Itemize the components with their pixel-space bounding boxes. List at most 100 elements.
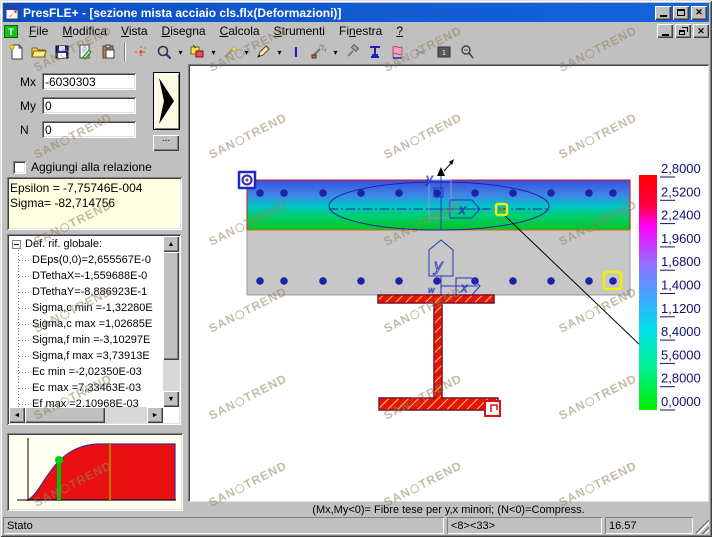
rebar-dot[interactable] [357, 189, 365, 197]
paste-button[interactable] [97, 42, 119, 63]
tree-item[interactable]: Ec min =-2,02350E-03 [9, 364, 163, 380]
save-icon [54, 44, 70, 60]
rebar-dot[interactable] [585, 277, 593, 285]
rebar-dot[interactable] [547, 277, 555, 285]
minimize-button[interactable] [655, 6, 671, 20]
rebar-dot[interactable] [280, 189, 288, 197]
wand-dropdown[interactable]: ▾ [242, 48, 251, 57]
open-button[interactable] [28, 42, 50, 63]
tree-item[interactable]: DEps(0,0)=2,655567E-0 [9, 252, 163, 268]
scroll-down-button[interactable]: ▼ [163, 391, 179, 407]
pen-button[interactable] [252, 42, 274, 63]
svg-text:I: I [294, 44, 298, 60]
panel-icon: 1 [436, 44, 452, 60]
rebar-dot[interactable] [509, 189, 517, 197]
rebar-dot[interactable] [471, 189, 479, 197]
rebar-dot[interactable] [256, 189, 264, 197]
section-view-button[interactable] [186, 42, 208, 63]
tree-root[interactable]: Def. rif. globale: [9, 236, 163, 252]
mdi-close-button[interactable]: ✕ [693, 24, 709, 38]
calculate-button[interactable] [153, 72, 180, 130]
hammer-button[interactable] [341, 42, 363, 63]
rebar-dot[interactable] [357, 277, 365, 285]
pen-dropdown[interactable]: ▾ [275, 48, 284, 57]
my-input[interactable] [42, 97, 136, 114]
mx-input[interactable] [42, 73, 136, 90]
beam-marker[interactable] [485, 401, 500, 416]
menu-modifica[interactable]: Modifica [55, 22, 114, 40]
tools-button[interactable] [308, 42, 330, 63]
tree-vertical-scrollbar[interactable]: ▲ ▼ [163, 236, 179, 407]
menu-calcola[interactable]: Calcola [213, 22, 267, 40]
section-view-dropdown[interactable]: ▾ [209, 48, 218, 57]
scroll-right-button[interactable]: ► [147, 407, 163, 423]
rebar-dot[interactable] [280, 277, 288, 285]
rebar-dot[interactable] [509, 277, 517, 285]
menu-finestra[interactable]: Finestra [332, 22, 389, 40]
rebar-dot[interactable] [585, 189, 593, 197]
tree-item[interactable]: Sigma,c min =-1,32280E [9, 300, 163, 316]
tree-item[interactable]: Sigma,c max =1,02685E [9, 316, 163, 332]
press-button[interactable] [364, 42, 386, 63]
rebar-dot[interactable] [319, 189, 327, 197]
tree-collapse-icon[interactable] [12, 240, 21, 249]
menu-help[interactable]: ? [389, 22, 410, 40]
tree-horizontal-scrollbar[interactable]: ◄ ► [9, 407, 163, 423]
menu-vista[interactable]: Vista [114, 22, 154, 40]
panel-button[interactable]: 1 [433, 42, 455, 63]
find-button[interactable] [456, 42, 478, 63]
new-button[interactable] [5, 42, 27, 63]
resize-grip[interactable] [696, 517, 709, 534]
tree-item[interactable]: DTethaY=-8,886923E-1 [9, 284, 163, 300]
tree-item[interactable]: Ef max =2,10968E-03 [9, 396, 163, 407]
tree-item[interactable]: DTethaX=-1,559688E-0 [9, 268, 163, 284]
tree-item[interactable]: Sigma,f min =-3,10297E [9, 332, 163, 348]
mdi-document-icon[interactable]: T [4, 25, 18, 38]
steel-beam[interactable] [378, 295, 498, 410]
axes-point-button[interactable] [130, 42, 152, 63]
current-strain-point[interactable] [55, 456, 63, 464]
rebar-dot[interactable] [395, 277, 403, 285]
mdi-restore-icon [679, 30, 685, 35]
more-options-button[interactable]: ... [153, 135, 179, 151]
steel-section-button[interactable]: I [285, 42, 307, 63]
mdi-restore-button[interactable] [675, 24, 691, 38]
zoom-dropdown[interactable]: ▾ [176, 48, 185, 57]
close-button[interactable]: ✕ [691, 6, 707, 20]
drawing-canvas[interactable]: y x y w x [188, 64, 709, 502]
status-left: Stato [3, 517, 444, 534]
scale-label: 1,6800 [661, 254, 701, 269]
menu-file[interactable]: File [22, 22, 55, 40]
rebar-dot[interactable] [547, 189, 555, 197]
wand-button[interactable] [219, 42, 241, 63]
scroll-up-button[interactable]: ▲ [163, 236, 179, 252]
n-input[interactable] [42, 121, 136, 138]
rebar-dot[interactable] [395, 189, 403, 197]
rebar-dot[interactable] [319, 277, 327, 285]
mdi-minimize-button[interactable] [657, 24, 673, 38]
zoom-button[interactable] [153, 42, 175, 63]
app-icon[interactable] [5, 6, 19, 20]
menu-disegna[interactable]: Disegna [155, 22, 213, 40]
rebar-dot[interactable] [609, 277, 617, 285]
scissors-button[interactable]: ✂ [410, 42, 432, 63]
maximize-button[interactable] [673, 6, 689, 20]
tree-item[interactable]: Sigma,f max =3,73913E [9, 348, 163, 364]
add-to-report-checkbox[interactable] [13, 161, 26, 174]
steel-section-icon: I [288, 44, 304, 60]
domain-button[interactable] [387, 42, 409, 63]
scroll-left-button[interactable]: ◄ [9, 407, 25, 423]
hscroll-thumb[interactable] [25, 407, 105, 423]
rebar-dot[interactable] [433, 277, 441, 285]
vscroll-thumb[interactable] [163, 252, 179, 360]
save-button[interactable] [51, 42, 73, 63]
menubar: T FileModificaVistaDisegnaCalcolaStrumen… [3, 22, 709, 40]
tree-item[interactable]: Ec max =7,33463E-03 [9, 380, 163, 396]
tools-dropdown[interactable]: ▾ [331, 48, 340, 57]
menu-strumenti[interactable]: Strumenti [267, 22, 332, 40]
corner-marker[interactable] [239, 172, 255, 188]
add-to-report-label[interactable]: Aggiungi alla relazione [31, 160, 152, 174]
report-button[interactable] [74, 42, 96, 63]
rebar-dot[interactable] [609, 189, 617, 197]
rebar-dot[interactable] [256, 277, 264, 285]
